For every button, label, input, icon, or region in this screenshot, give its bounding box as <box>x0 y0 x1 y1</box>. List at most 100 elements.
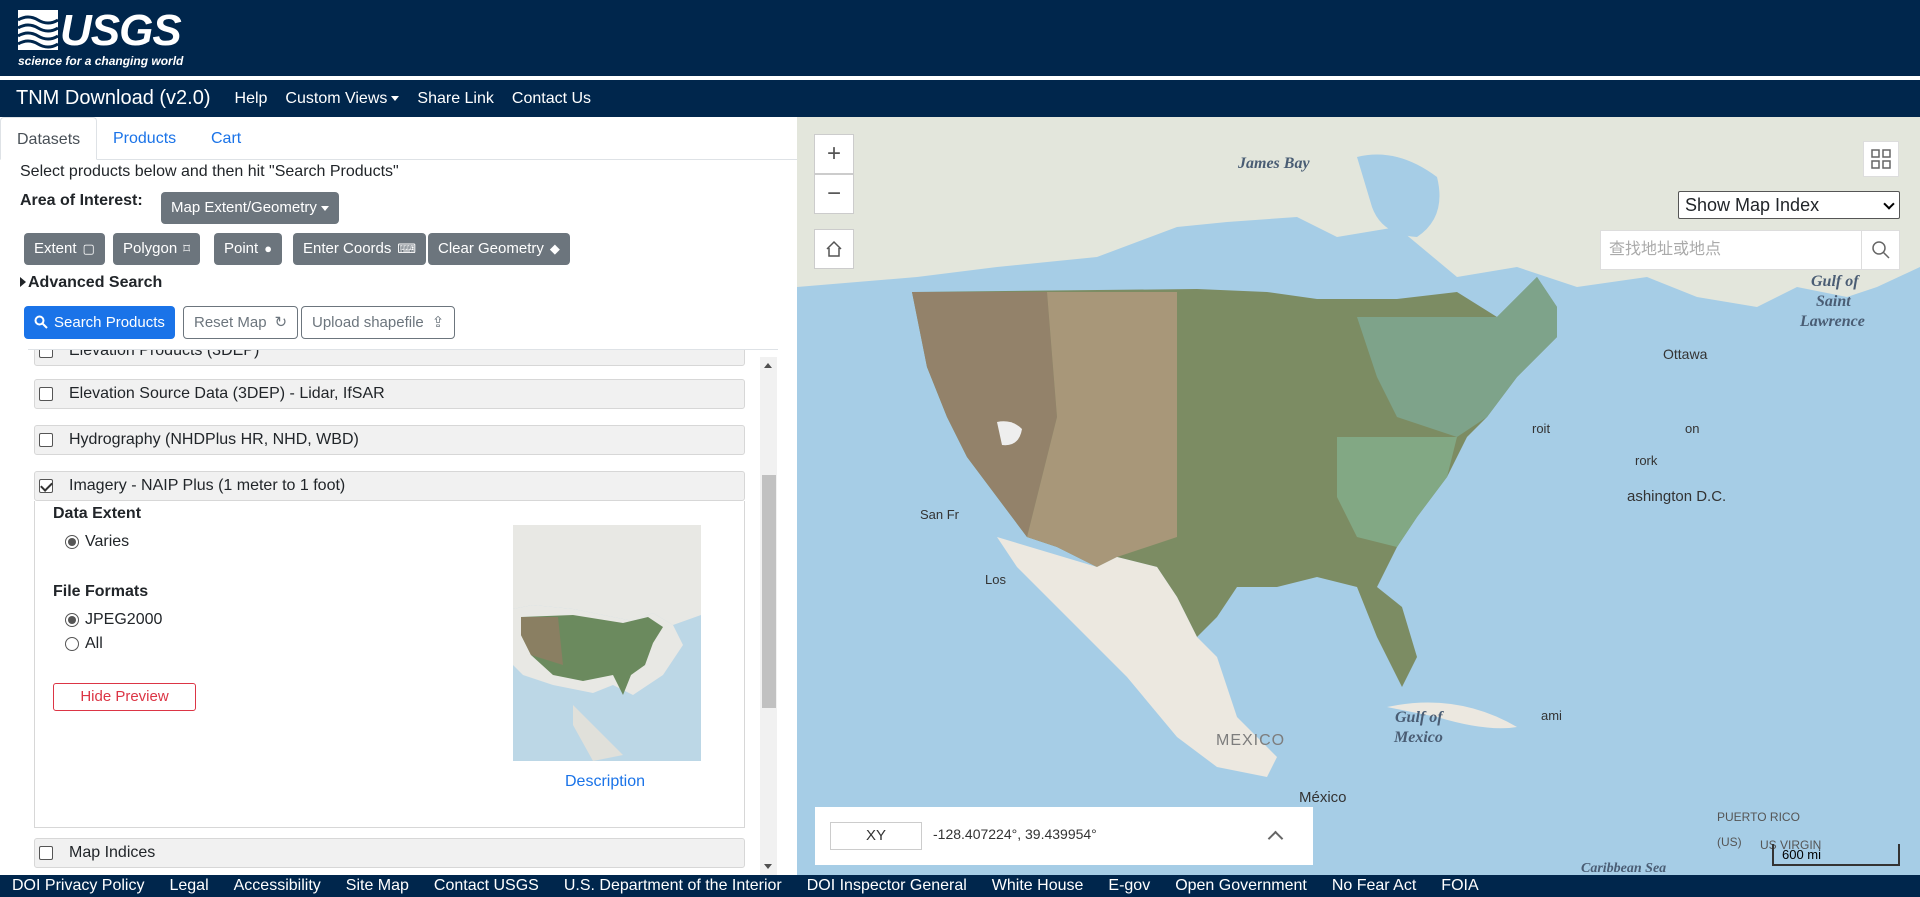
dataset-list-scrollbar[interactable] <box>760 357 777 875</box>
polygon-label: Polygon <box>123 240 178 257</box>
map-search-box[interactable]: 查找地址或地点 <box>1600 230 1900 270</box>
footer-link-site-map[interactable]: Site Map <box>346 877 409 895</box>
format-radio-jpeg2000[interactable] <box>65 613 79 627</box>
advanced-search-toggle[interactable]: Advanced Search <box>20 274 162 292</box>
dataset-checkbox[interactable] <box>39 350 53 358</box>
home-icon <box>826 240 842 257</box>
show-map-index-select[interactable]: Show Map Index <box>1678 191 1900 219</box>
dataset-item-map-indices[interactable]: Map Indices <box>34 838 745 868</box>
footer-link-open-government[interactable]: Open Government <box>1175 877 1307 895</box>
nav-share-link[interactable]: Share Link <box>417 90 494 108</box>
coord-mode-button[interactable]: XY <box>830 822 922 850</box>
left-panel: Datasets Products Cart Select products b… <box>0 117 797 875</box>
city-label-ottawa: Ottawa <box>1663 346 1708 362</box>
dataset-checkbox[interactable] <box>39 846 53 860</box>
nav-custom-views[interactable]: Custom Views <box>285 90 400 108</box>
home-button[interactable] <box>814 229 854 269</box>
usgs-logo[interactable]: USGS science for a changing world <box>18 8 183 68</box>
chevron-up-icon[interactable] <box>1267 830 1284 847</box>
reset-map-button[interactable]: Reset Map ↻ <box>183 306 299 339</box>
zoom-out-button[interactable]: − <box>814 174 854 214</box>
search-products-button[interactable]: Search Products <box>24 306 175 339</box>
dataset-label: Hydrography (NHDPlus HR, NHD, WBD) <box>69 431 359 448</box>
aoi-label: Area of Interest: <box>20 192 143 209</box>
imagery-detail-panel: Data Extent Varies File Formats JPEG2000… <box>34 501 745 828</box>
dataset-checkbox[interactable] <box>39 387 53 401</box>
nav-contact-us[interactable]: Contact Us <box>512 90 591 108</box>
description-link[interactable]: Description <box>565 773 645 791</box>
footer-link-contact-usgs[interactable]: Contact USGS <box>434 877 539 895</box>
data-extent-radio[interactable] <box>65 535 79 549</box>
city-label-washington: ashington D.C. <box>1627 488 1727 505</box>
city-label-miami: ami <box>1541 708 1562 723</box>
upload-shapefile-label: Upload shapefile <box>312 314 424 331</box>
tab-cart[interactable]: Cart <box>195 117 257 160</box>
dataset-item-hydrography[interactable]: Hydrography (NHDPlus HR, NHD, WBD) <box>34 425 745 455</box>
app-title[interactable]: TNM Download (v2.0) <box>16 87 211 110</box>
footer-link-white-house[interactable]: White House <box>992 877 1084 895</box>
footer-link-no-fear-act[interactable]: No Fear Act <box>1332 877 1416 895</box>
extent-label: Extent <box>34 240 77 257</box>
dataset-item-imagery-naip[interactable]: Imagery - NAIP Plus (1 meter to 1 foot) <box>34 471 745 501</box>
map-label-gulf-mexico-1: Gulf of <box>1395 709 1443 726</box>
map-label-james-bay: James Bay <box>1238 155 1310 172</box>
city-label-detroit: roit <box>1532 421 1551 436</box>
map-view[interactable]: James Bay Gulf of Saint Lawrence Gulf of… <box>797 117 1920 875</box>
scale-bar: 600 mi <box>1772 844 1900 866</box>
enter-coords-label: Enter Coords <box>303 240 392 257</box>
dataset-checkbox[interactable] <box>39 433 53 447</box>
usgs-waves-icon <box>18 10 58 50</box>
format-label-all: All <box>85 635 103 652</box>
dataset-label: Imagery - NAIP Plus (1 meter to 1 foot) <box>69 477 346 494</box>
upload-shapefile-button[interactable]: Upload shapefile ⇪ <box>301 306 456 339</box>
map-search-button[interactable] <box>1861 231 1899 269</box>
search-icon <box>34 315 48 329</box>
dataset-label: Elevation Source Data (3DEP) - Lidar, If… <box>69 385 385 402</box>
polygon-icon: ⌑ <box>183 241 190 256</box>
usgs-header: USGS science for a changing world <box>0 0 1920 78</box>
scroll-down-icon[interactable] <box>764 864 772 869</box>
dataset-label: Map Indices <box>69 844 156 861</box>
tab-datasets[interactable]: Datasets <box>0 117 98 160</box>
data-extent-option: Varies <box>85 533 130 550</box>
polygon-button[interactable]: Polygon ⌑ <box>113 233 200 265</box>
map-label-gulf-st-lawrence-2: Saint <box>1816 293 1851 310</box>
scroll-up-icon[interactable] <box>764 363 772 368</box>
point-button[interactable]: Point ● <box>214 233 283 265</box>
map-search-input[interactable]: 查找地址或地点 <box>1609 231 1721 269</box>
city-label-los-angeles: Los <box>985 572 1006 587</box>
tab-products[interactable]: Products <box>97 117 192 160</box>
aoi-dropdown[interactable]: Map Extent/Geometry <box>161 192 339 224</box>
footer-link-privacy[interactable]: DOI Privacy Policy <box>12 877 144 895</box>
search-icon <box>1872 241 1890 259</box>
footer-link-egov[interactable]: E-gov <box>1108 877 1150 895</box>
zoom-in-button[interactable]: + <box>814 134 854 174</box>
scrollbar-thumb[interactable] <box>762 475 776 708</box>
tab-bar: Datasets Products Cart <box>0 117 797 160</box>
city-label-mexico-city: México <box>1299 789 1347 806</box>
basemap-gallery-button[interactable] <box>1863 141 1899 177</box>
grid-icon <box>1871 149 1891 169</box>
country-label-mexico: MEXICO <box>1216 732 1286 749</box>
caret-down-icon <box>320 205 329 211</box>
footer-link-legal[interactable]: Legal <box>169 877 208 895</box>
footer-link-foia[interactable]: FOIA <box>1441 877 1478 895</box>
footer-link-accessibility[interactable]: Accessibility <box>234 877 321 895</box>
enter-coords-button[interactable]: Enter Coords ⌨ <box>293 233 427 265</box>
footer-link-doi[interactable]: U.S. Department of the Interior <box>564 877 782 895</box>
refresh-icon: ↻ <box>274 314 288 331</box>
nav-help[interactable]: Help <box>235 90 268 108</box>
aoi-dropdown-label: Map Extent/Geometry <box>171 199 317 216</box>
hide-preview-button[interactable]: Hide Preview <box>53 683 196 711</box>
eraser-icon: ◆ <box>549 241 560 256</box>
dataset-item-elevation-products[interactable]: Elevation Products (3DEP) <box>34 349 745 366</box>
dataset-checkbox[interactable] <box>39 479 53 493</box>
clear-geometry-button[interactable]: Clear Geometry ◆ <box>428 233 570 265</box>
clear-geometry-label: Clear Geometry <box>438 240 544 257</box>
footer-link-inspector-general[interactable]: DOI Inspector General <box>807 877 967 895</box>
format-radio-all[interactable] <box>65 637 79 651</box>
map-label-caribbean: Caribbean Sea <box>1581 861 1667 875</box>
dataset-label: Elevation Products (3DEP) <box>69 349 260 359</box>
extent-button[interactable]: Extent ▢ <box>24 233 105 265</box>
dataset-item-elevation-source[interactable]: Elevation Source Data (3DEP) - Lidar, If… <box>34 379 745 409</box>
